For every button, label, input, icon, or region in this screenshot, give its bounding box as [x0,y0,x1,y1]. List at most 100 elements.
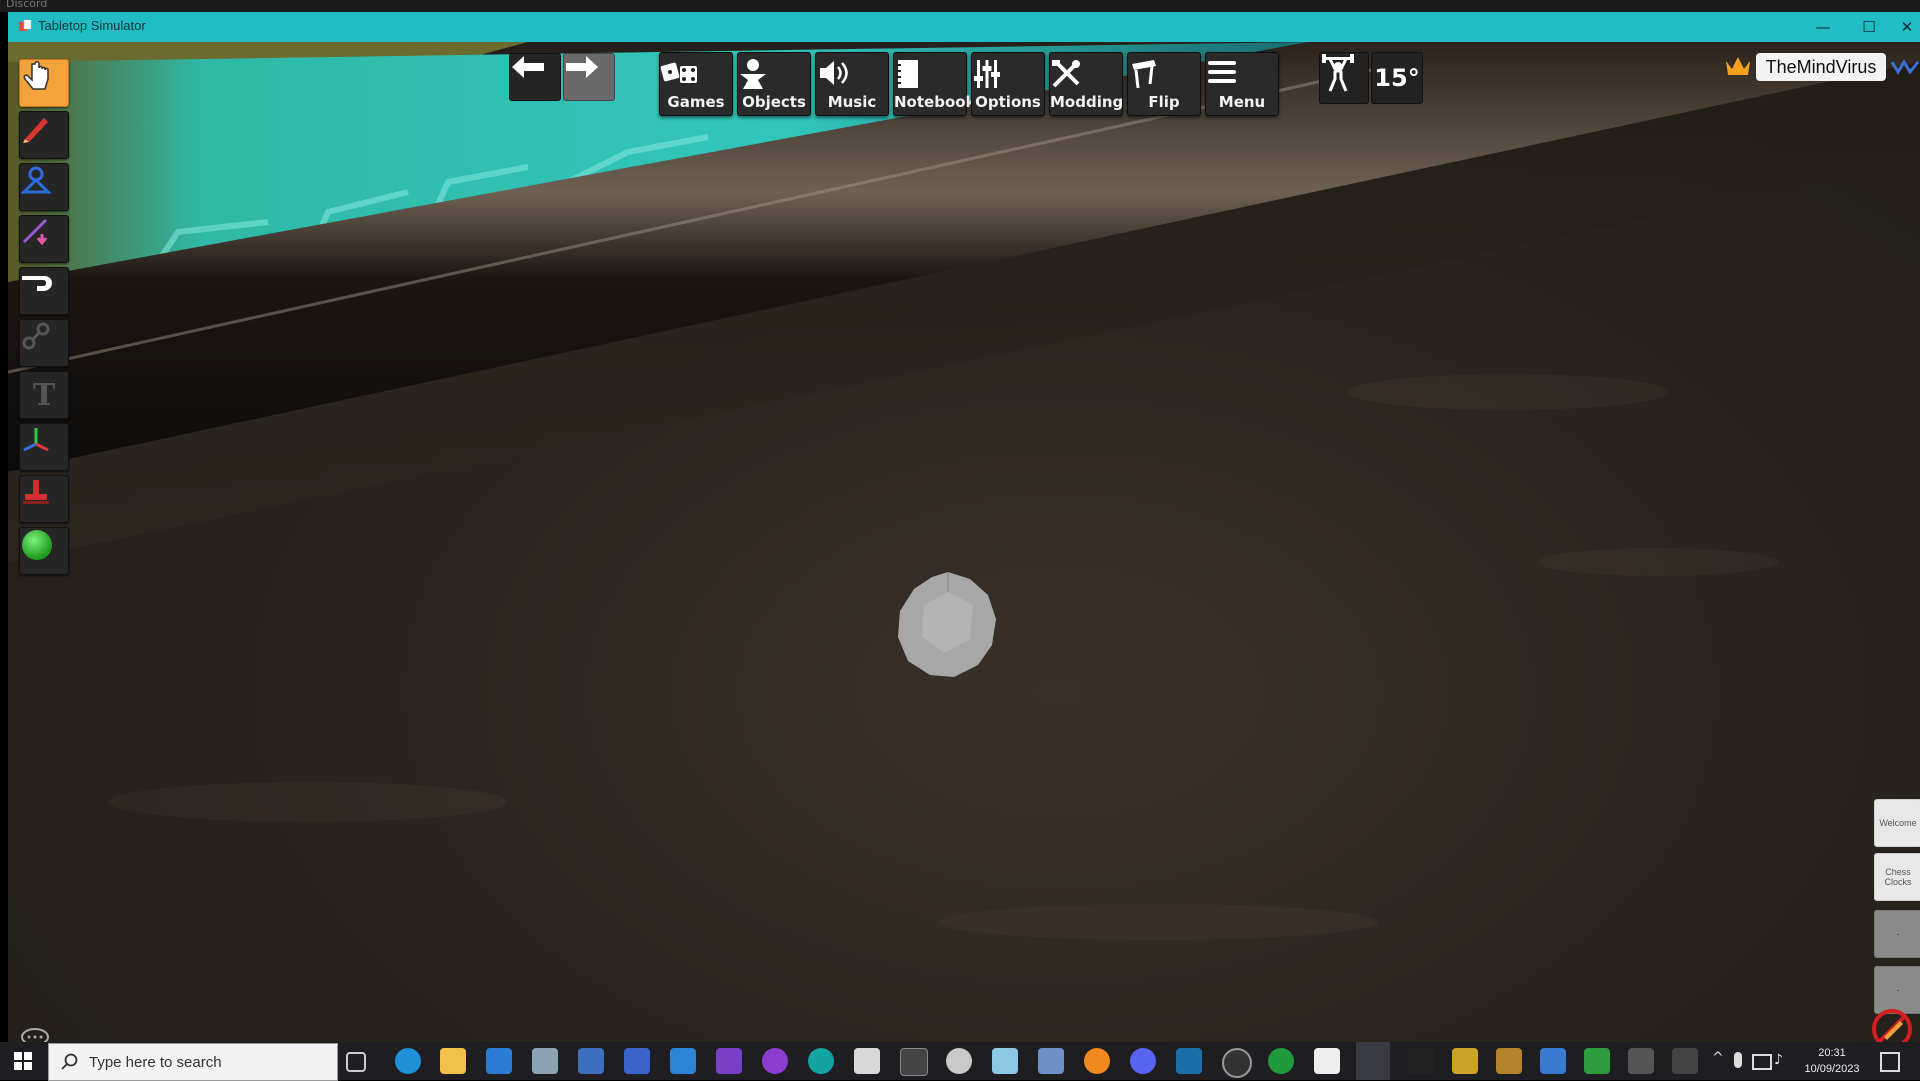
edge-browser-icon[interactable] [395,1048,421,1074]
grab-tool-button[interactable] [19,59,69,107]
app-icon-16[interactable] [1038,1048,1064,1074]
snap-tool-button[interactable] [19,475,69,523]
discord-icon[interactable] [1130,1048,1156,1074]
microphone-icon[interactable] [1734,1052,1742,1068]
paint-icon[interactable] [946,1048,972,1074]
unity-icon[interactable] [1314,1048,1340,1074]
start-button[interactable] [0,1042,46,1080]
joint-tool-button[interactable] [19,319,69,367]
rotation-snap-button[interactable]: 15° [1371,52,1423,104]
side-button-3-label: - [1896,929,1900,939]
chess-clocks-button[interactable]: Chess Clocks [1874,853,1920,901]
visual-studio-icon[interactable] [716,1048,742,1074]
os-taskbar: Type here to search ^ ♪ 20:31 10/09/2023 [0,1042,1920,1081]
window-title: Tabletop Simulator [38,18,146,33]
steam-icon[interactable] [1176,1048,1202,1074]
notebook-icon [896,60,918,88]
menu-hamburger-icon [1208,61,1236,83]
arduino-icon[interactable] [808,1048,834,1074]
app-icon-5[interactable] [532,1048,558,1074]
draw-tool-button[interactable] [19,111,69,159]
app-icon-7[interactable] [624,1048,650,1074]
tray-chevron-icon[interactable]: ^ [1712,1050,1724,1066]
background-window-title: Discord [6,0,48,10]
notebook-button[interactable]: Notebook [893,52,976,116]
app-window: Tabletop Simulator — ☐ ✕ T Games Objects… [8,12,1920,1042]
app-icon-6[interactable] [578,1048,604,1074]
app-icon-28[interactable] [1628,1048,1654,1074]
flip-button[interactable]: Flip [1127,52,1201,116]
lift-button[interactable] [1319,52,1369,104]
game-object-die[interactable] [888,567,1008,687]
xbox-icon[interactable] [1268,1048,1294,1074]
task-view-icon[interactable] [346,1052,366,1072]
objects-button[interactable]: Objects [737,52,811,116]
clock-time: 20:31 [1818,1047,1846,1059]
app-icon-12[interactable] [854,1048,880,1074]
music-label: Music [827,93,877,111]
modding-button[interactable]: Modding [1049,52,1123,116]
options-button[interactable]: Options [971,52,1045,116]
clock-date: 10/09/2023 [1804,1063,1860,1075]
app-icon-25[interactable] [1496,1048,1522,1074]
line-tool-icon [22,218,48,246]
redo-button[interactable] [563,53,615,101]
minimize-button[interactable]: — [1800,12,1846,42]
vscode-icon[interactable] [670,1048,696,1074]
zone-tool-button[interactable] [19,163,69,211]
music-button[interactable]: Music [815,52,889,116]
welcome-button[interactable]: Welcome [1874,799,1920,847]
system-clock[interactable]: 20:31 10/09/2023 [1790,1045,1874,1077]
wow-icon[interactable] [1452,1048,1478,1074]
welcome-label: Welcome [1879,818,1917,828]
app-icon-23[interactable] [1408,1048,1434,1074]
menu-label: Menu [1218,93,1266,111]
app-icon [19,19,32,31]
weightlifter-icon [1322,54,1354,92]
search-placeholder: Type here to search [89,1053,222,1071]
player-name-tag[interactable]: TheMindVirus [1756,53,1886,81]
game-viewport[interactable]: T Games Objects Music Notebook Options M… [8,42,1920,1042]
github-icon[interactable] [762,1048,788,1074]
terminal-icon[interactable] [900,1048,928,1076]
side-button-3[interactable]: - [1874,910,1920,958]
menu-button[interactable]: Menu [1205,52,1279,116]
app-icon-26[interactable] [1540,1048,1566,1074]
chat-wave-icon[interactable] [1890,56,1920,78]
redo-arrow-icon [566,56,598,78]
undo-button[interactable] [509,53,561,101]
snap-point-icon [23,480,49,504]
table-scene [8,42,1920,940]
app-icon-15[interactable] [992,1048,1018,1074]
games-button[interactable]: Games [659,52,733,116]
search-icon [61,1053,78,1070]
network-icon[interactable] [1752,1054,1772,1070]
crown-icon [1726,57,1750,75]
gizmo-tool-button[interactable] [19,423,69,471]
volume-icon[interactable]: ♪ [1774,1052,1783,1068]
chat-bubble-icon[interactable] [20,1027,50,1042]
side-button-4-label: - [1896,985,1900,995]
color-ball-icon [22,530,52,560]
text-tool-button[interactable]: T [19,371,69,419]
app-icon-27[interactable] [1584,1048,1610,1074]
close-button[interactable]: ✕ [1884,12,1920,42]
store-icon[interactable] [486,1048,512,1074]
notifications-icon[interactable] [1880,1052,1900,1072]
options-label: Options [975,93,1041,111]
blender-icon[interactable] [1084,1048,1110,1074]
file-explorer-icon[interactable] [440,1048,466,1074]
obs-icon[interactable] [1222,1048,1252,1078]
music-speaker-icon [820,61,848,85]
player-name: TheMindVirus [1765,56,1877,77]
objects-pawn-icon [740,59,766,89]
undo-arrow-icon [512,56,544,78]
no-draw-icon[interactable] [1870,1007,1914,1042]
tabletop-simulator-task[interactable] [1356,1042,1390,1080]
color-tool-button[interactable] [19,527,69,575]
title-bar[interactable]: Tabletop Simulator — ☐ ✕ [8,12,1920,42]
taskbar-search-box[interactable]: Type here to search [48,1043,338,1081]
line-tool-button[interactable] [19,215,69,263]
flick-tool-button[interactable] [19,267,69,315]
app-icon-29[interactable] [1672,1048,1698,1074]
